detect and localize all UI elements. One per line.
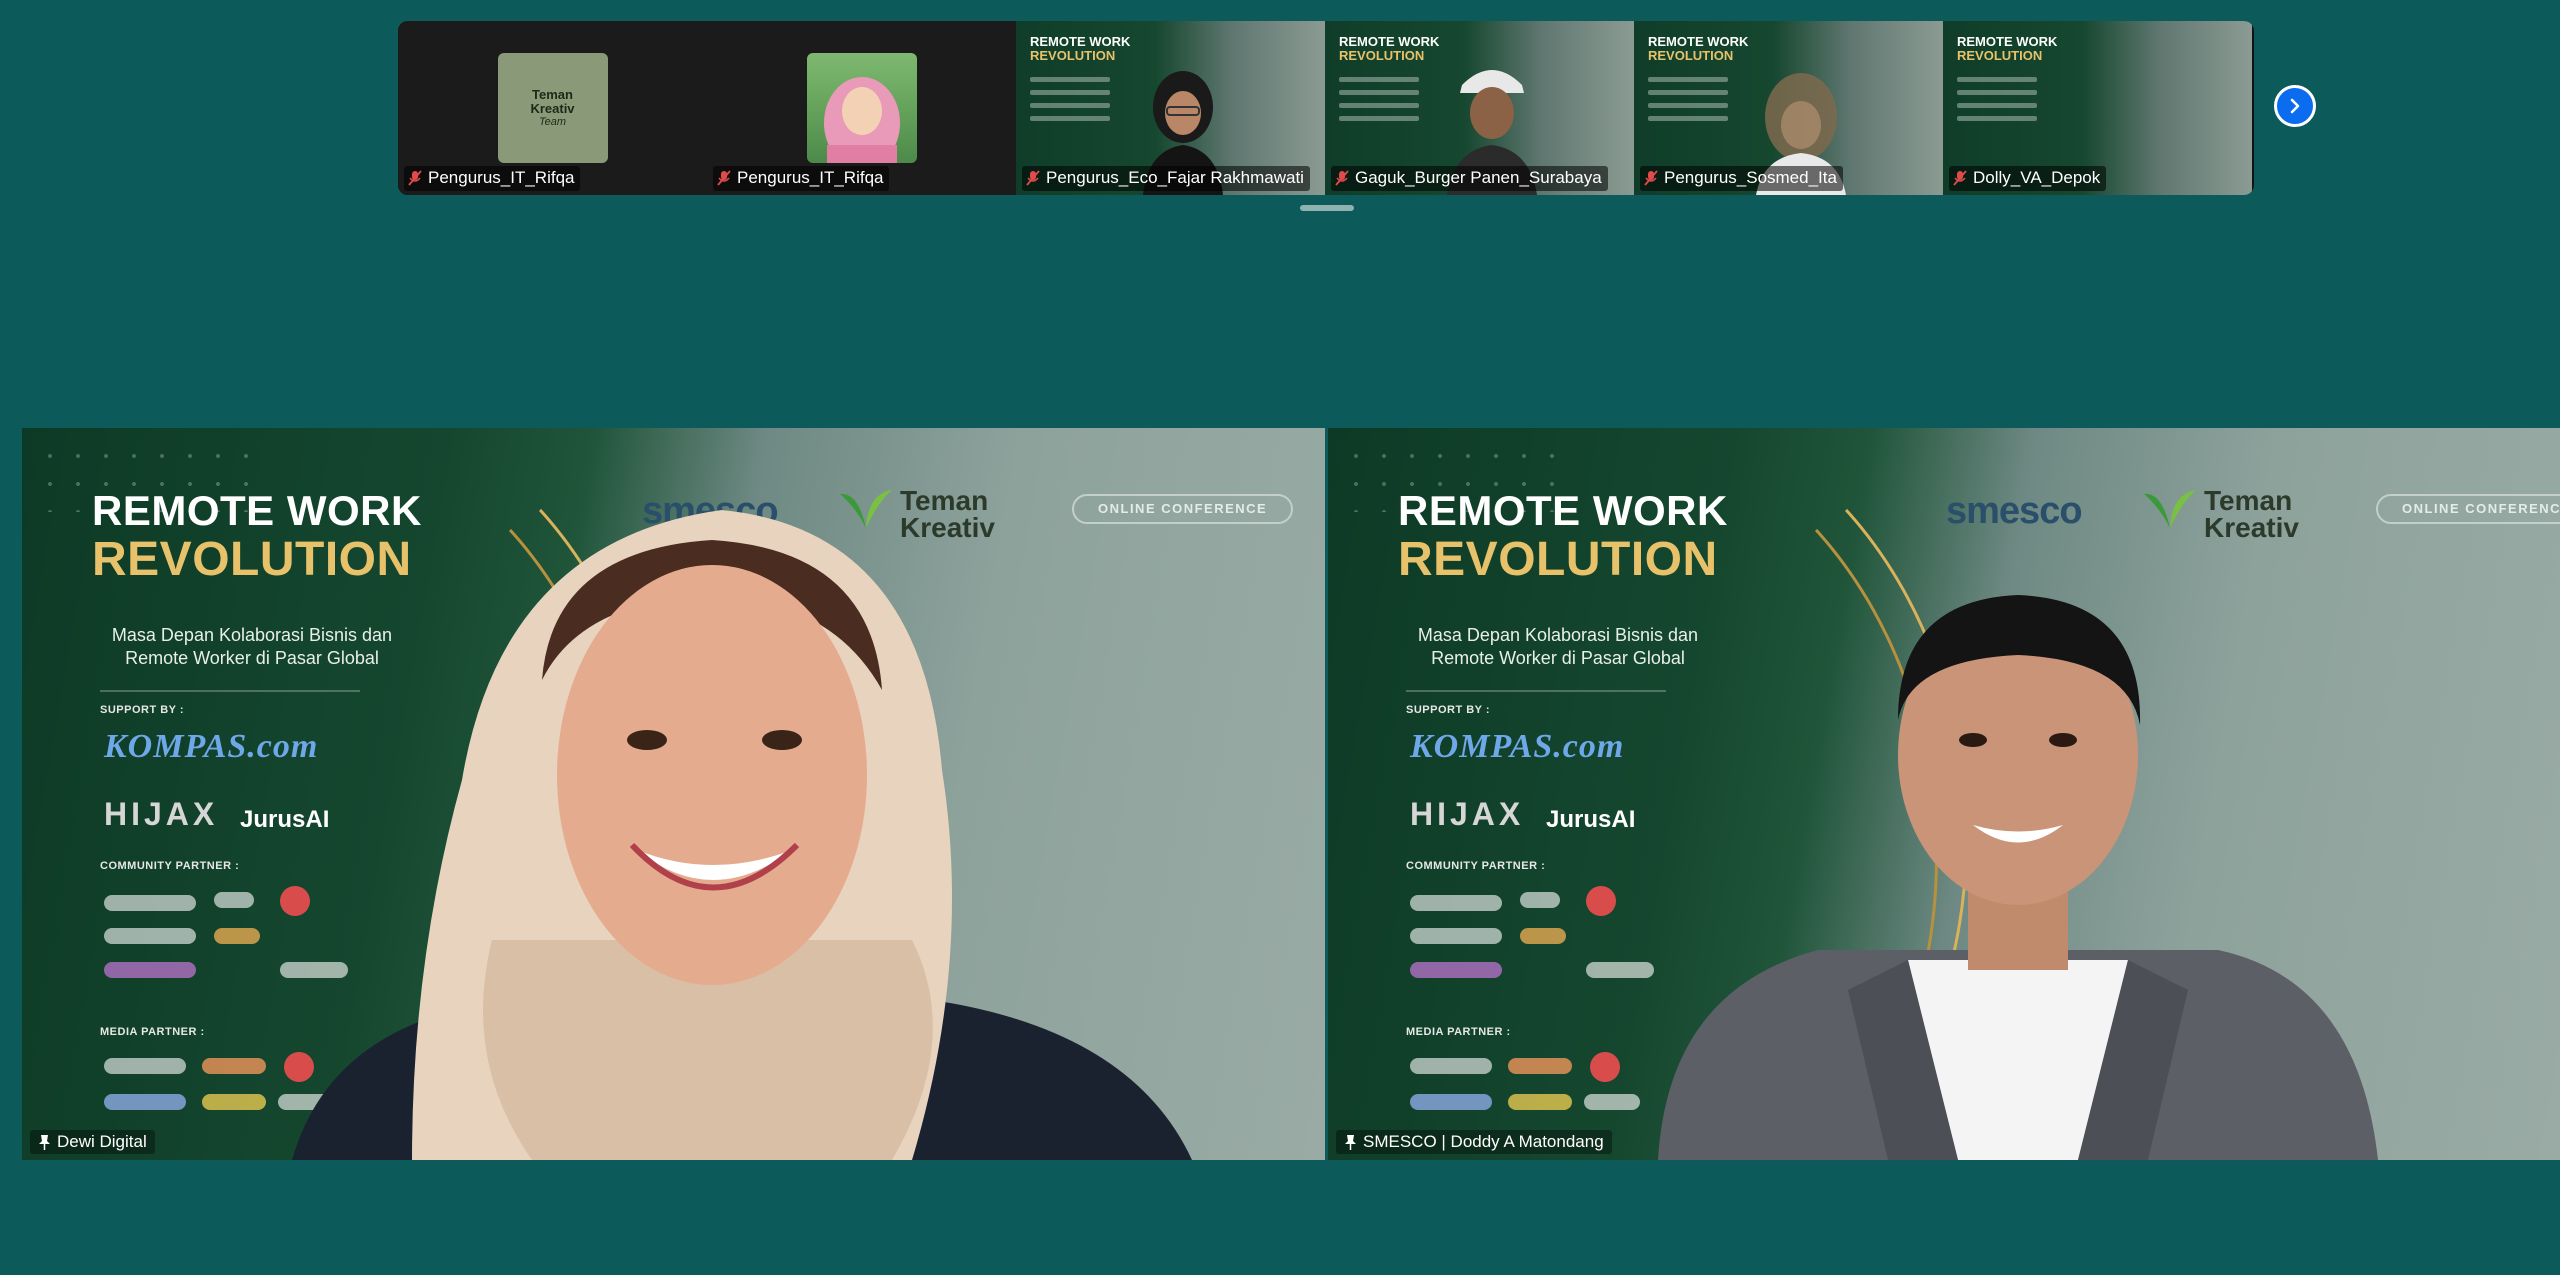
- kompas-logo: KOMPAS.com: [104, 728, 319, 765]
- speaker-video-doddy[interactable]: REMOTE WORK REVOLUTION Masa Depan Kolabo…: [1328, 428, 2560, 1160]
- poster-mini-logos: [1648, 77, 1728, 129]
- participant-tile[interactable]: REMOTE WORK REVOLUTION Pengurus_Sosmed_It…: [1634, 21, 1943, 195]
- poster-mini-logos: [1030, 77, 1110, 129]
- speaker-video-dewi[interactable]: REMOTE WORK REVOLUTION Masa Depan Kolabo…: [22, 428, 1325, 1160]
- mic-muted-icon: [408, 170, 422, 186]
- online-conference-badge: ONLINE CONFERENCE: [2376, 494, 2560, 524]
- media-label: MEDIA PARTNER :: [1406, 1026, 1511, 1038]
- participant-name-tag: Pengurus_Eco_Fajar Rakhmawati: [1022, 166, 1310, 191]
- chevron-right-icon: [2290, 98, 2300, 114]
- avatar: [806, 53, 917, 163]
- speaker-name: Dewi Digital: [57, 1132, 147, 1151]
- media-label: MEDIA PARTNER :: [100, 1026, 205, 1038]
- community-label: COMMUNITY PARTNER :: [100, 860, 240, 872]
- avatar: Teman Kreativ Team: [497, 53, 608, 163]
- participant-name-tag: Pengurus_IT_Rifqa: [404, 166, 581, 191]
- avatar-photo: [823, 77, 900, 163]
- poster-mini-logos: [1957, 77, 2037, 129]
- speaker-feed: [1658, 595, 2378, 1160]
- participant-tile[interactable]: Pengurus_IT_Rifqa: [707, 21, 1016, 195]
- mic-muted-icon: [1644, 170, 1658, 186]
- community-label: COMMUNITY PARTNER :: [1406, 860, 1546, 872]
- mic-muted-icon: [717, 170, 731, 186]
- participant-tile[interactable]: REMOTE WORK REVOLUTION Pengurus_Eco_Fajar…: [1016, 21, 1325, 195]
- participant-name-tag: Gaguk_Burger Panen_Surabaya: [1331, 166, 1608, 191]
- participant-name: Pengurus_Sosmed_Ita: [1664, 168, 1837, 187]
- mic-muted-icon: [1953, 170, 1967, 186]
- participant-name-tag: Pengurus_Sosmed_Ita: [1640, 166, 1843, 191]
- participant-tile[interactable]: Teman Kreativ Team Pengurus_IT_Rifqa: [398, 21, 707, 195]
- participant-name: Pengurus_IT_Rifqa: [428, 168, 575, 187]
- participant-tile[interactable]: REMOTE WORK REVOLUTION Gaguk_Burger Panen…: [1325, 21, 1634, 195]
- participant-strip: Teman Kreativ Team Pengurus_IT_Rifqa Pen…: [398, 21, 2254, 195]
- mic-muted-icon: [1335, 170, 1349, 186]
- participant-name-tag: Pengurus_IT_Rifqa: [713, 166, 890, 191]
- hijax-logo: HIJAX: [1410, 796, 1525, 832]
- participant-name: Gaguk_Burger Panen_Surabaya: [1355, 168, 1602, 187]
- jurusai-logo: JurusAI: [1546, 806, 1636, 833]
- kompas-logo: KOMPAS.com: [1410, 728, 1625, 765]
- next-page-button[interactable]: [2274, 85, 2316, 127]
- speaker-name-tag: Dewi Digital: [30, 1130, 155, 1154]
- participant-name: Dolly_VA_Depok: [1973, 168, 2101, 187]
- participant-tile[interactable]: REMOTE WORK REVOLUTION Dolly_VA_Depok: [1943, 21, 2252, 195]
- pin-icon: [1345, 1134, 1356, 1150]
- participant-name: Pengurus_IT_Rifqa: [737, 168, 884, 187]
- participant-name-tag: Dolly_VA_Depok: [1949, 166, 2107, 191]
- participant-name: Pengurus_Eco_Fajar Rakhmawati: [1046, 168, 1304, 187]
- speaker-name: SMESCO | Doddy A Matondang: [1363, 1132, 1604, 1151]
- mic-muted-icon: [1026, 170, 1040, 186]
- support-label: SUPPORT BY :: [1406, 704, 1491, 716]
- poster-mini-title: REMOTE WORK REVOLUTION: [1957, 34, 2058, 63]
- speaker-feed: [292, 510, 1192, 1160]
- speaker-name-tag: SMESCO | Doddy A Matondang: [1336, 1130, 1612, 1154]
- strip-resize-handle[interactable]: [1300, 205, 1354, 211]
- poster-mini-logos: [1339, 77, 1419, 129]
- hijax-logo: HIJAX: [104, 796, 219, 832]
- support-label: SUPPORT BY :: [100, 704, 185, 716]
- pin-icon: [39, 1134, 50, 1150]
